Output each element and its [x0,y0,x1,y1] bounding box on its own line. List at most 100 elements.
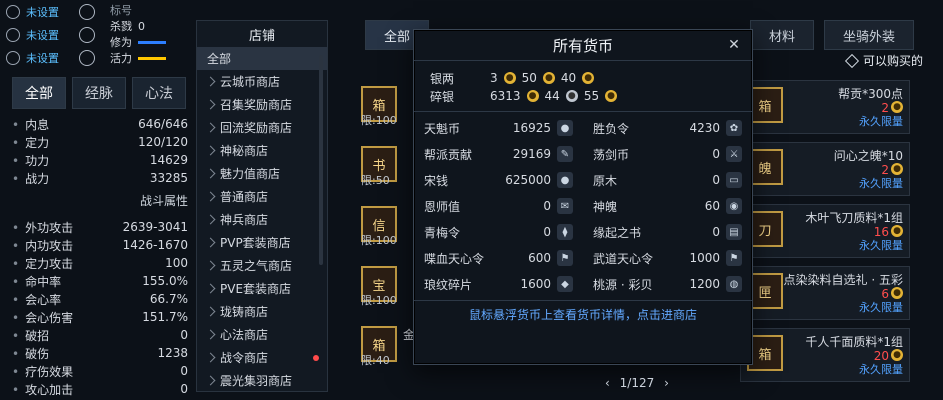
coin-icon: ● [557,172,573,188]
currency-row[interactable]: 胜负令 4230 ✿ [593,118,742,138]
shop-item[interactable]: PVE套装商店 [197,277,327,300]
gold-coin-icon: ● [605,90,618,102]
currency-grid: 天魁币 16925 ● 胜负令 4230 ✿ 帮派贡献 29169 ✎ 荡剑币 0 ⚔ 宋钱 62… [414,112,752,300]
stat-row: 会心伤害151.7% [12,308,188,326]
item-card[interactable]: 匣 点染染料自选礼 · 五彩 6 ● 永久限量 [740,266,910,320]
close-icon[interactable]: ✕ [726,37,742,53]
currency-row[interactable]: 宋钱 625000 ● [424,170,573,190]
edit-icon[interactable] [79,26,95,43]
shop-item[interactable]: 召集奖励商店 [197,93,327,116]
chevron-right-icon [205,329,216,340]
money-panel: 银两 3 ● 50 ● 40 ● 碎银 6313 ● 44 ● 55 ● [414,61,752,112]
currency-row[interactable]: 缘起之书 0 ▤ [593,222,742,242]
bottle-icon: ⧫ [557,224,573,240]
pager: ‹ 1/127 › [605,376,669,390]
pager-text: 1/127 [619,376,655,390]
sword-icon: ⚔ [726,146,742,162]
tab-xinfa[interactable]: 心法 [132,77,186,109]
pager-right-icon[interactable]: › [664,376,669,390]
edit-icon[interactable] [79,3,95,20]
item-card[interactable]: 宝 限:100 [355,260,415,312]
mini-stat: 标号 [110,4,132,17]
tab-materials[interactable]: 材料 [750,20,815,50]
shop-item[interactable]: 神秘商店 [197,139,327,162]
silver-coin-icon: ● [565,90,578,102]
leaf-icon: ✿ [726,120,742,136]
chevron-right-icon [205,76,216,87]
combat-stats: 外功攻击2639-3041 内功攻击1426-1670 定力攻击100 命中率1… [12,218,188,398]
item-card[interactable]: 箱 限:40 金 [355,320,415,372]
pager-left-icon[interactable]: ‹ [605,376,610,390]
edit-icon[interactable] [79,49,95,66]
currency-row[interactable]: 琅纹碎片 1600 ◆ [424,274,573,294]
right-item-grid: 箱 帮贡*300点 2 ● 永久限量 魄 问心之魄*10 2 ● 永久限量 刀 … [740,80,910,382]
currency-row[interactable]: 原木 0 ▭ [593,170,742,190]
shop-item[interactable]: 珑铸商店 [197,300,327,323]
shop-list-title: 店铺 [248,28,275,44]
item-card[interactable]: 箱 帮贡*300点 2 ● 永久限量 [740,80,910,134]
currency-modal: 所有货币 ✕ 银两 3 ● 50 ● 40 ● 碎银 6313 ● 44 ● 55 ● 天魁… [413,29,753,365]
currency-row[interactable]: 恩师值 0 ✉ [424,196,573,216]
shop-item[interactable]: 战令商店 [197,346,327,369]
notification-dot [313,354,319,361]
currency-row[interactable]: 神魄 60 ◉ [593,196,742,216]
shop-item[interactable]: 魅力值商店 [197,162,327,185]
item-card[interactable]: 刀 木叶飞刀质料*1组 16 ● 永久限量 [740,204,910,258]
chevron-right-icon [205,237,216,248]
gold-coin-icon: ● [891,287,903,299]
stat-row: 内功攻击1426-1670 [12,236,188,254]
currency-row[interactable]: 青梅令 0 ⧫ [424,222,573,242]
chevron-right-icon [205,260,216,271]
stat-tabs: 全部 经脉 心法 [12,77,192,109]
shop-scrollbar[interactable] [319,55,323,265]
item-card[interactable]: 箱 千人千面质料*1组 20 ● 永久限量 [740,328,910,382]
stat-row: 定力120/120 [12,133,188,151]
shop-item[interactable]: 五灵之气商店 [197,254,327,277]
currency-row[interactable]: 天魁币 16925 ● [424,118,573,138]
filter-purchasable[interactable]: 可以购买的 [844,52,923,69]
top-tabs-right: 材料 坐骑外装 [750,20,915,50]
gold-coin-icon: ● [582,72,595,84]
item-card[interactable]: 魄 问心之魄*10 2 ● 永久限量 [740,142,910,196]
currency-row[interactable]: 帮派贡献 29169 ✎ [424,144,573,164]
currency-row[interactable]: 武道天心令 1000 ⚑ [593,248,742,268]
shop-item[interactable]: 神兵商店 [197,208,327,231]
flag-icon: ⚑ [726,250,742,266]
status-text: 未设置 [26,51,59,65]
chevron-right-icon [205,168,216,179]
basic-stats: 内息646/646 定力120/120 功力14629 战力33285 [12,115,188,187]
item-card[interactable]: 箱 限:100 [355,80,415,132]
chevron-right-icon [205,191,216,202]
chevron-right-icon [205,283,216,294]
shop-item[interactable]: 心法商店 [197,323,327,346]
diamond-checkbox-icon[interactable] [844,53,860,68]
stat-row: 破招0 [12,326,188,344]
gold-coin-icon: ● [526,90,539,102]
item-card[interactable]: 书 限:50 [355,140,415,192]
chevron-right-icon [205,214,216,225]
mini-stat: 活力 [110,50,190,66]
gear-icon [6,4,20,19]
item-card[interactable]: 信 限:100 [355,200,415,252]
stat-row: 会心率66.7% [12,290,188,308]
mini-stat: 杀戮 0 [110,19,145,34]
tab-all[interactable]: 全部 [12,77,66,109]
gold-coin-icon: ● [891,349,903,361]
coin-icon: ● [557,120,573,136]
modal-header: 所有货币 ✕ [414,30,752,61]
stat-row: 命中率155.0% [12,272,188,290]
shop-item[interactable]: 震光集羽商店 [197,369,327,392]
stat-row: 战力33285 [12,169,188,187]
gold-coin-icon: ● [891,163,903,175]
shop-item[interactable]: 回流奖励商店 [197,116,327,139]
currency-row[interactable]: 喋血天心令 600 ⚑ [424,248,573,268]
shop-item[interactable]: PVP套装商店 [197,231,327,254]
stat-row: 疗伤效果0 [12,362,188,380]
shop-item-all[interactable]: 全部 [197,47,327,70]
currency-row[interactable]: 荡剑币 0 ⚔ [593,144,742,164]
tab-mount-outfits[interactable]: 坐骑外装 [824,20,915,50]
shop-item[interactable]: 普通商店 [197,185,327,208]
currency-row[interactable]: 桃源 · 彩贝 1200 ◍ [593,274,742,294]
shop-item[interactable]: 云城币商店 [197,70,327,93]
tab-meridian[interactable]: 经脉 [72,77,126,109]
